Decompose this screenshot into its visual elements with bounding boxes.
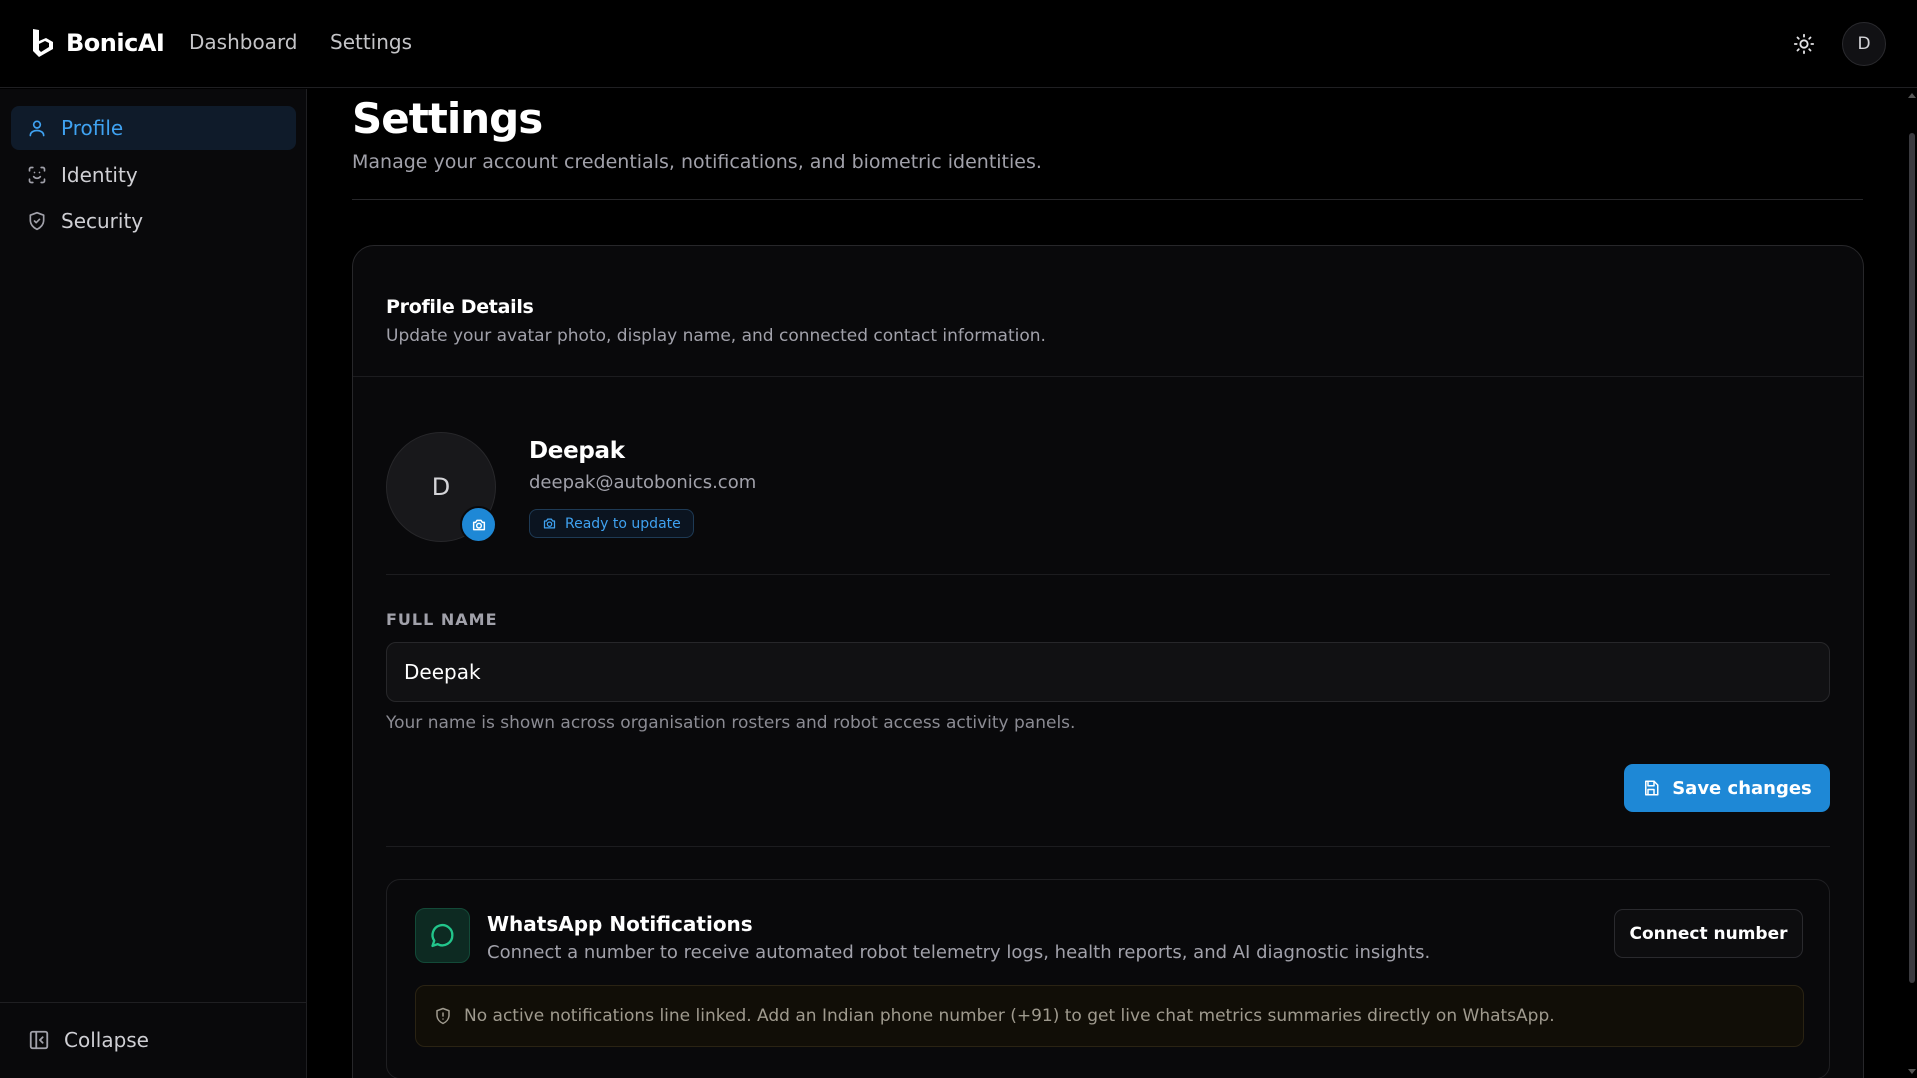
- sidebar-item-label: Profile: [61, 116, 124, 140]
- divider: [386, 846, 1830, 847]
- message-circle-icon: [430, 923, 454, 947]
- camera-icon: [472, 519, 485, 530]
- nav-dashboard-link[interactable]: Dashboard: [189, 30, 298, 54]
- whatsapp-alert: No active notifications line linked. Add…: [415, 985, 1804, 1047]
- card-title: Profile Details: [386, 296, 534, 318]
- sidebar-item-security[interactable]: Security: [11, 199, 296, 243]
- sidebar: Profile Identity Security Collapse: [0, 89, 307, 1078]
- profile-email: deepak@autobonics.com: [529, 472, 757, 493]
- sidebar-item-label: Security: [61, 209, 144, 233]
- sidebar-item-profile[interactable]: Profile: [11, 106, 296, 150]
- collapse-button[interactable]: Collapse: [28, 1028, 149, 1052]
- page-title: Settings: [352, 94, 543, 143]
- sidebar-item-identity[interactable]: Identity: [11, 153, 296, 197]
- page-subtitle: Manage your account credentials, notific…: [352, 151, 1042, 173]
- scan-face-icon: [28, 166, 46, 184]
- camera-icon: [543, 518, 556, 529]
- top-bar: BonicAI Dashboard Settings D: [0, 0, 1917, 88]
- scrollbar-thumb[interactable]: [1909, 133, 1915, 983]
- divider: [353, 376, 1863, 377]
- profile-details-card: Profile Details Update your avatar photo…: [352, 245, 1864, 1078]
- full-name-help-text: Your name is shown across organisation r…: [386, 713, 1076, 733]
- whatsapp-notifications-panel: WhatsApp Notifications Connect a number …: [386, 879, 1830, 1078]
- profile-name: Deepak: [529, 438, 625, 464]
- main-scrollbar[interactable]: [1907, 89, 1917, 1078]
- whatsapp-icon-tile: [415, 908, 470, 963]
- sidebar-item-label: Identity: [61, 163, 138, 187]
- user-icon: [29, 120, 45, 137]
- status-label: Ready to update: [565, 515, 681, 532]
- bonicai-logo-icon: [33, 29, 53, 57]
- whatsapp-title: WhatsApp Notifications: [487, 912, 753, 936]
- sun-icon: [1793, 33, 1815, 55]
- save-changes-label: Save changes: [1672, 777, 1812, 799]
- change-avatar-button[interactable]: [460, 506, 497, 543]
- user-avatar-button[interactable]: D: [1842, 22, 1886, 66]
- divider: [352, 199, 1863, 200]
- connect-number-button[interactable]: Connect number: [1614, 909, 1803, 958]
- collapse-label: Collapse: [64, 1028, 149, 1052]
- sidebar-footer: Collapse: [0, 1002, 306, 1078]
- full-name-label: FULL NAME: [386, 610, 498, 629]
- full-name-input[interactable]: [386, 642, 1830, 702]
- nav-settings-link[interactable]: Settings: [330, 30, 412, 54]
- scroll-down-arrow-icon[interactable]: [1908, 1069, 1916, 1074]
- card-subtitle: Update your avatar photo, display name, …: [386, 326, 1046, 346]
- whatsapp-alert-text: No active notifications line linked. Add…: [464, 1006, 1555, 1026]
- scroll-up-arrow-icon[interactable]: [1908, 93, 1916, 98]
- brand-name: BonicAI: [66, 29, 165, 57]
- shield-check-icon: [29, 211, 45, 231]
- save-icon: [1645, 780, 1659, 796]
- save-changes-button[interactable]: Save changes: [1624, 764, 1830, 812]
- theme-toggle-button[interactable]: [1790, 30, 1818, 58]
- status-badge: Ready to update: [529, 509, 694, 538]
- whatsapp-subtitle: Connect a number to receive automated ro…: [487, 942, 1431, 963]
- divider: [386, 574, 1830, 575]
- shield-alert-icon: [436, 1007, 450, 1025]
- panel-left-icon: [29, 1030, 49, 1050]
- brand-logo[interactable]: BonicAI: [30, 27, 165, 59]
